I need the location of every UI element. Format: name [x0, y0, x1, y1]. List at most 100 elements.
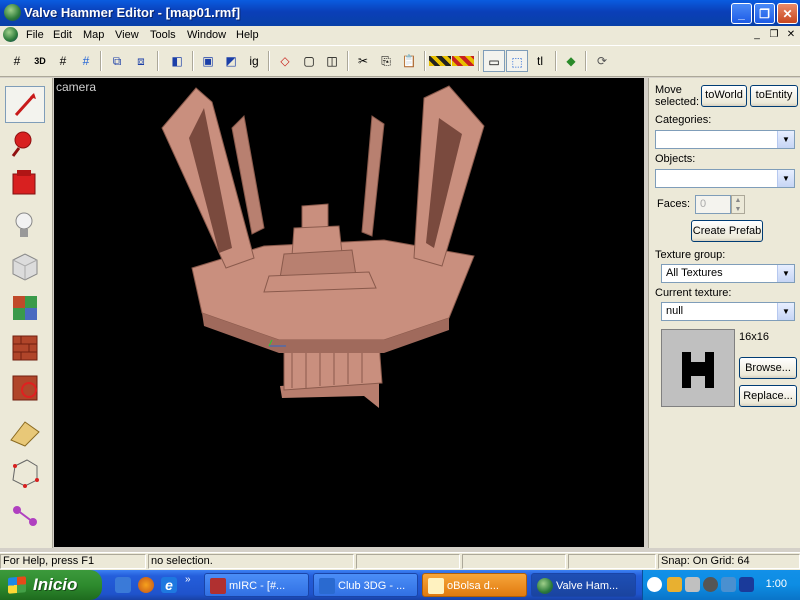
chevron-down-icon[interactable]: ▼: [777, 265, 794, 282]
categories-select[interactable]: ▼: [655, 130, 795, 149]
task-mirc[interactable]: mIRC - [#...: [204, 573, 309, 597]
cube-icon[interactable]: ◫: [321, 50, 343, 72]
hollow-icon[interactable]: ▣: [197, 50, 219, 72]
objects-label: Objects:: [655, 153, 696, 165]
tray-app1-icon[interactable]: [667, 577, 682, 592]
status-pane-4: [462, 554, 566, 569]
categories-label: Categories:: [655, 114, 712, 126]
menu-tools[interactable]: Tools: [150, 29, 176, 41]
mdi-minimize-button[interactable]: _: [749, 28, 765, 42]
texture-size: 16x16: [739, 331, 769, 343]
grid-smaller-icon[interactable]: #: [52, 50, 74, 72]
task-bolsa[interactable]: oBolsa d...: [422, 573, 527, 597]
3d-grid-icon[interactable]: 3D: [29, 50, 51, 72]
taskbar: Inicio e » mIRC - [#... Club 3DG - ... o…: [0, 570, 800, 600]
tl-label[interactable]: tl: [529, 50, 551, 72]
camera-tool[interactable]: [5, 166, 45, 203]
paste-icon[interactable]: 📋: [398, 50, 420, 72]
menu-view[interactable]: View: [115, 29, 139, 41]
faces-field[interactable]: 0: [695, 195, 731, 214]
restore-button[interactable]: ❐: [754, 3, 775, 24]
cut-icon[interactable]: ✂: [352, 50, 374, 72]
to-entity-button[interactable]: toEntity: [750, 85, 798, 107]
close-button[interactable]: ✕: [777, 3, 798, 24]
status-snap: Snap: On Grid: 64: [658, 554, 800, 569]
faces-spinner[interactable]: ▲ ▼: [731, 195, 745, 214]
task-club3dg[interactable]: Club 3DG - ...: [313, 573, 418, 597]
menu-edit[interactable]: Edit: [53, 29, 72, 41]
chevron-down-icon[interactable]: ▼: [777, 170, 794, 187]
decal-icon: [12, 375, 38, 401]
faces-label: Faces:: [657, 198, 691, 210]
system-tray: 1:00: [642, 570, 800, 600]
texture-lock-icon[interactable]: ◇: [274, 50, 296, 72]
clipping-tool[interactable]: [5, 414, 45, 451]
entity-icon[interactable]: ◩: [220, 50, 242, 72]
select-box-icon[interactable]: ▭: [483, 50, 505, 72]
menu-help[interactable]: Help: [236, 29, 259, 41]
texture-application-tool[interactable]: [5, 290, 45, 327]
vertex-manipulation-tool[interactable]: [5, 454, 45, 491]
mdi-close-button[interactable]: ✕: [783, 28, 799, 42]
create-prefab-button[interactable]: Create Prefab: [691, 220, 763, 242]
apply-current-texture-tool[interactable]: [5, 330, 45, 367]
chevron-down-icon[interactable]: ▼: [777, 131, 794, 148]
entity-tool[interactable]: [5, 208, 45, 245]
tray-expand-icon[interactable]: [647, 577, 662, 592]
tray-network-icon[interactable]: [721, 577, 736, 592]
objects-select[interactable]: ▼: [655, 169, 795, 188]
grid-larger-icon[interactable]: #: [75, 50, 97, 72]
menu-window[interactable]: Window: [187, 29, 226, 41]
camera-viewport[interactable]: camera: [54, 78, 644, 547]
texture-group-select[interactable]: All Textures ▼: [661, 264, 795, 283]
clock[interactable]: 1:00: [766, 578, 787, 590]
menu-file[interactable]: File: [26, 29, 44, 41]
tray-security-icon[interactable]: [739, 577, 754, 592]
current-texture-select[interactable]: null ▼: [661, 302, 795, 321]
quicklaunch-more-icon[interactable]: »: [185, 574, 191, 585]
quicklaunch-explorer-icon[interactable]: [115, 577, 131, 593]
ignore-group-icon[interactable]: ig: [243, 50, 265, 72]
select-all-icon[interactable]: ⬚: [506, 50, 528, 72]
document-icon[interactable]: [3, 27, 18, 42]
task-valve-hammer[interactable]: Valve Ham...: [531, 573, 636, 597]
mdi-restore-button[interactable]: ❐: [766, 28, 782, 42]
magnify-tool[interactable]: [5, 126, 45, 163]
ungroup-icon[interactable]: ⧈: [130, 50, 152, 72]
to-world-button[interactable]: toWorld: [701, 85, 747, 107]
tray-app2-icon[interactable]: [685, 577, 700, 592]
quicklaunch-ie-icon[interactable]: e: [161, 577, 177, 593]
current-texture-label: Current texture:: [655, 287, 732, 299]
hammer-app-icon[interactable]: [4, 4, 21, 21]
block-tool[interactable]: [5, 248, 45, 285]
selection-tool[interactable]: [5, 86, 45, 123]
vertex-icon: [12, 459, 39, 488]
title-bar[interactable]: Valve Hammer Editor - [map01.rmf] _ ❐ ✕: [0, 0, 800, 26]
minimize-button[interactable]: _: [731, 3, 752, 24]
status-pane-3: [356, 554, 460, 569]
hide-icon[interactable]: [429, 56, 451, 66]
carve-icon[interactable]: ◧: [166, 50, 188, 72]
group-icon[interactable]: ⧉: [106, 50, 128, 72]
run-map-icon[interactable]: ◆: [560, 50, 582, 72]
quicklaunch-firefox-icon[interactable]: [138, 577, 154, 593]
menu-map[interactable]: Map: [83, 29, 104, 41]
cordon-icon[interactable]: ⟳: [591, 50, 613, 72]
texture-group-label: Texture group:: [655, 249, 726, 261]
status-pane-5: [568, 554, 656, 569]
decal-tool[interactable]: [5, 370, 45, 407]
show-icon[interactable]: [452, 56, 474, 66]
copy-icon[interactable]: ⎘: [375, 50, 397, 72]
object-panel: Move selected: toWorld toEntity Categori…: [648, 78, 800, 548]
replace-button[interactable]: Replace...: [739, 385, 797, 407]
tray-app3-icon[interactable]: [703, 577, 718, 592]
path-tool[interactable]: [5, 498, 45, 535]
move-selected-label: Move selected:: [655, 84, 700, 108]
status-bar: For Help, press F1 no selection. Snap: O…: [0, 552, 800, 571]
lightbulb-icon: [15, 212, 33, 237]
browse-button[interactable]: Browse...: [739, 357, 797, 379]
grid-icon[interactable]: #: [6, 50, 28, 72]
cube-outline-icon[interactable]: ▢: [298, 50, 320, 72]
chevron-down-icon[interactable]: ▼: [777, 303, 794, 320]
start-button[interactable]: Inicio: [0, 570, 102, 600]
